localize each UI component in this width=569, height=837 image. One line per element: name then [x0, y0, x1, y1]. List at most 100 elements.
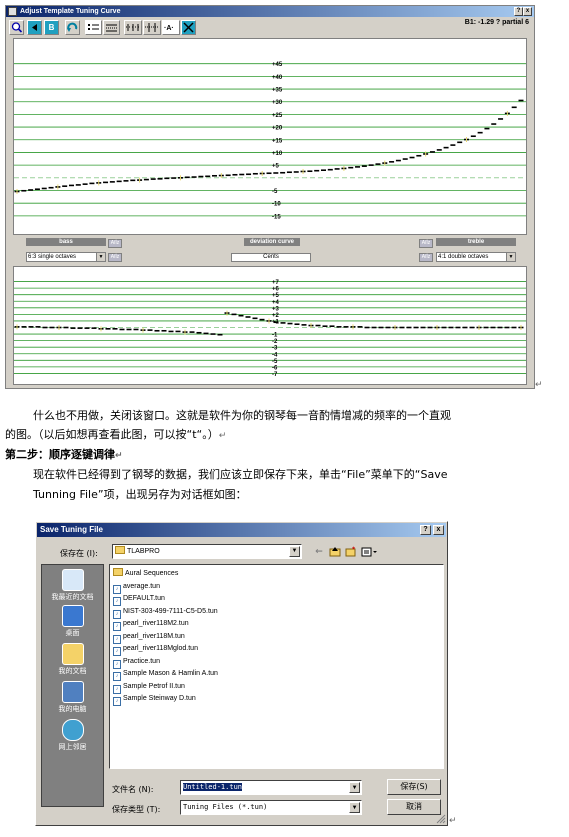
computer-icon — [61, 681, 84, 703]
deviation-curve-label: deviation curve — [244, 238, 300, 246]
filetype-select[interactable]: Tuning Files (*.tun) ▼ — [180, 800, 362, 815]
place-recent[interactable]: 我最近的文档 — [42, 569, 103, 602]
bass-select[interactable]: 6:3 single octaves ▼ — [26, 252, 106, 262]
arrow-left-icon — [32, 24, 37, 31]
save-in-label: 保存在 (I): — [60, 549, 98, 558]
tick-label: +25 — [272, 113, 283, 119]
bass-aiz-button-2[interactable]: Aíİz — [108, 253, 122, 262]
chevron-down-icon: ▼ — [349, 782, 360, 793]
place-desktop[interactable]: 桌面 — [42, 605, 103, 638]
treble-aiz-button-1[interactable]: Aíİz — [419, 239, 433, 248]
file-item[interactable]: ♪ pearl_river118Mglod.tun — [113, 643, 198, 656]
bass-select-value: 6:3 single octaves — [28, 254, 77, 260]
tick-label: +45 — [272, 62, 283, 68]
zoom-button[interactable] — [9, 20, 24, 35]
close-button[interactable]: x — [523, 7, 532, 16]
close-button[interactable]: x — [433, 525, 444, 535]
file-list[interactable]: Aural Sequences ♪ average.tun ♪ DEFAULT.tun ♪… — [109, 564, 444, 769]
place-label: 我的文档 — [58, 667, 87, 675]
file-name: pearl_river118M2.tun — [123, 620, 189, 627]
tick-label: -6 — [272, 365, 278, 371]
save-button[interactable]: 保存(S) — [387, 779, 441, 795]
curve-button[interactable]: ·A· — [162, 20, 180, 35]
grid-button[interactable] — [103, 20, 120, 35]
deviation-plot: +7+6+5+4+3+2+1-1-2-3-4-5-6-7 — [13, 266, 527, 385]
place-label: 我最近的文档 — [51, 593, 94, 601]
tick-label: +4 — [272, 300, 280, 306]
bass-aiz-button-1[interactable]: Aíİz — [108, 239, 122, 248]
documents-icon — [61, 643, 84, 665]
file-item[interactable]: ♪ Sample Petrof II.tun — [113, 681, 185, 694]
up-folder-button[interactable] — [328, 546, 342, 558]
para1-line1: 什么也不用做，关闭该窗口。这就是软件为你的钢琴每一音酌情增减的频率的一个直观 — [33, 409, 451, 422]
tuning-curve-chart: +45 +40 +35 +30 +25 +20 +15 +10 +5 -5 -10 -15 — [14, 62, 526, 220]
tuning-curve-plot: +45 +40 +35 +30 +25 +20 +15 +10 +5 -5 -10 -15 — [13, 38, 527, 235]
back-button[interactable]: ← — [312, 546, 326, 558]
folder-icon — [113, 568, 123, 576]
help-button[interactable]: ? — [420, 525, 431, 535]
list-button[interactable] — [85, 20, 102, 35]
file-item[interactable]: ♪ Practice.tun — [113, 656, 160, 669]
tick-label: +5 — [272, 293, 280, 299]
treble-select[interactable]: 4:1 double octaves ▼ — [436, 252, 516, 262]
resize-grip-icon[interactable] — [435, 813, 446, 824]
file-icon: ♪ — [113, 697, 121, 706]
file-item[interactable]: ♪ pearl_river118M2.tun — [113, 618, 189, 631]
file-item[interactable]: ♪ average.tun — [113, 581, 160, 594]
tick-label: -4 — [272, 352, 278, 358]
tick-label: +10 — [272, 151, 283, 157]
tick-label: +2 — [272, 313, 280, 319]
deviation-chart: +7+6+5+4+3+2+1-1-2-3-4-5-6-7 — [14, 280, 526, 378]
para1-line2: 的图。（以后如想再查看此图，可以按“t“。）↵ — [5, 426, 226, 442]
cents-button[interactable]: Cents — [231, 253, 311, 262]
b-button[interactable]: B — [44, 20, 59, 35]
chevron-down-icon: ▼ — [96, 253, 105, 261]
help-button[interactable]: ? — [514, 7, 523, 16]
file-name: pearl_river118M.tun — [123, 632, 185, 640]
cancel-button[interactable]: 取消 — [387, 799, 441, 815]
new-folder-button[interactable]: * — [344, 546, 358, 558]
dots-button[interactable] — [124, 20, 142, 35]
refresh-button[interactable] — [65, 20, 80, 35]
filename-value: Untitled-1.tun — [183, 783, 243, 791]
file-item[interactable]: ♪ pearl_river118M.tun — [113, 631, 185, 644]
place-computer[interactable]: 我的电脑 — [42, 681, 103, 714]
tick-label: +20 — [272, 126, 283, 132]
place-label: 我的电脑 — [58, 705, 87, 713]
para2-line2: Tunning File”项，出现另存为对话框如图： — [33, 488, 247, 501]
title-bar: Adjust Template Tuning Curve ? x — [6, 6, 534, 17]
tick-label: +30 — [272, 100, 283, 106]
svg-text:·A·: ·A· — [164, 25, 174, 32]
chevron-down-icon: ▼ — [289, 546, 300, 557]
previous-button[interactable] — [27, 20, 42, 35]
places-bar: 我最近的文档 桌面 我的文档 我的电脑 网上邻居 — [41, 564, 104, 807]
file-item[interactable]: ♪ Sample Steinway D.tun — [113, 693, 196, 706]
filename-label: 文件名 (N): — [112, 785, 154, 794]
place-documents[interactable]: 我的文档 — [42, 643, 103, 676]
tick-label: +15 — [272, 138, 283, 144]
place-label: 网上邻居 — [58, 743, 87, 751]
view-menu-icon — [361, 547, 377, 557]
filename-input[interactable]: Untitled-1.tun ▼ — [180, 780, 362, 795]
folder-item[interactable]: Aural Sequences — [113, 568, 178, 580]
file-item[interactable]: ♪ DEFAULT.tun — [113, 593, 165, 606]
align-button[interactable] — [143, 20, 161, 35]
tick-label: -1 — [272, 333, 278, 339]
tick-label: -3 — [272, 346, 278, 352]
save-in-select[interactable]: TLABPRO ▼ — [112, 544, 302, 559]
dialog-title-bar: Save Tuning File ? x — [37, 523, 446, 537]
tick-label: -7 — [272, 372, 278, 378]
close-tool-button[interactable] — [181, 20, 196, 35]
treble-aiz-button-2[interactable]: Aíİz — [419, 253, 433, 262]
view-menu-button[interactable] — [361, 546, 379, 558]
desktop-icon — [61, 605, 84, 627]
file-item[interactable]: ♪ NIST-303-499-7111-C5-D5.tun — [113, 606, 218, 619]
new-folder-icon: * — [345, 546, 356, 557]
file-item[interactable]: ♪ Sample Mason & Hamlin A.tun — [113, 668, 218, 681]
place-network[interactable]: 网上邻居 — [42, 719, 103, 752]
tuning-curve-window: Adjust Template Tuning Curve ? x B ·A· B… — [5, 5, 535, 389]
back-arrow-icon: ← — [315, 547, 323, 557]
tick-label: +3 — [272, 306, 280, 312]
tick-label: +6 — [272, 287, 280, 293]
grid-icon — [106, 24, 117, 32]
